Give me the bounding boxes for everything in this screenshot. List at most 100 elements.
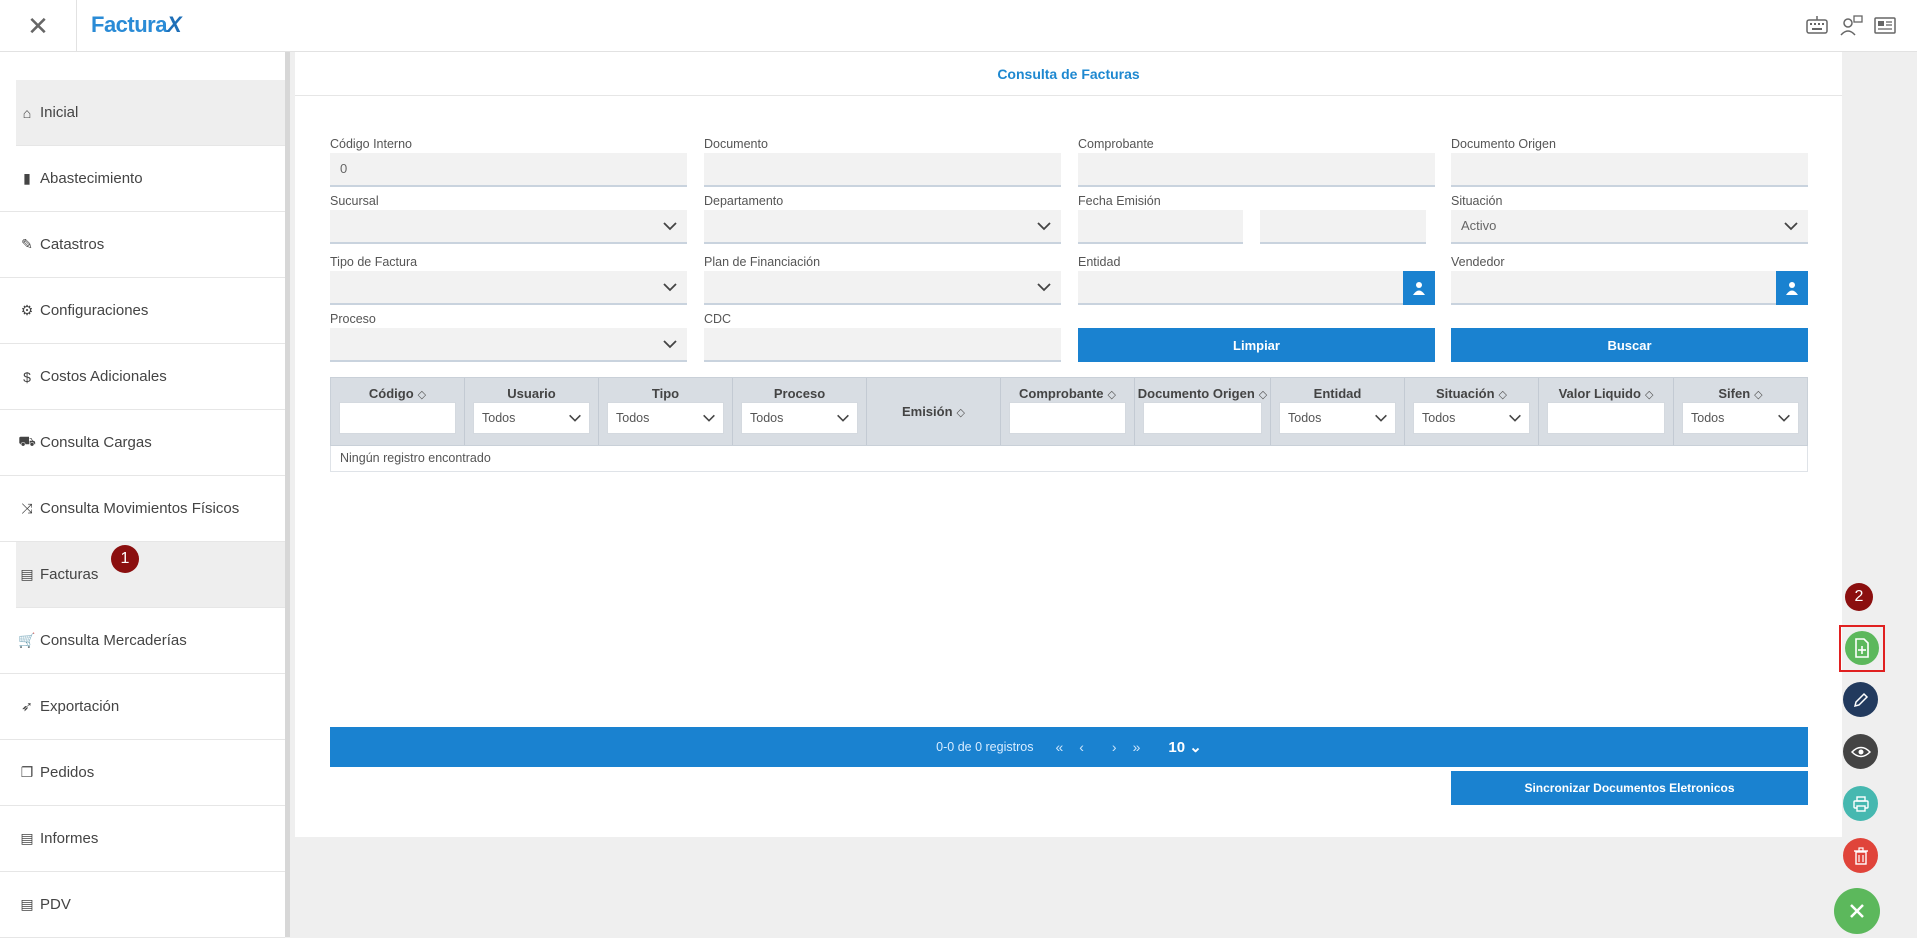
rocket-icon: ➶ [21, 698, 33, 714]
sidebar-item-pedidos[interactable]: ❐ Pedidos [0, 740, 285, 806]
sidebar-item-abastecimiento[interactable]: ▮ Abastecimiento [0, 146, 285, 212]
col-tipo[interactable]: Tipo Todos [599, 378, 733, 445]
codigo-filter-input[interactable] [339, 402, 456, 434]
documento-origen-filter-input[interactable] [1143, 402, 1262, 434]
news-icon[interactable] [1873, 14, 1897, 36]
close-menu-icon[interactable]: ✕ [0, 0, 77, 52]
fecha-emision-to-input[interactable] [1260, 210, 1426, 244]
sort-icon[interactable]: ◇ [1259, 388, 1267, 401]
sort-icon[interactable]: ◇ [418, 388, 426, 401]
page-size-select[interactable]: 10 ⌄ [1168, 738, 1201, 756]
sidebar-item-exportacion[interactable]: ➶ Exportación [0, 674, 285, 740]
comprobante-input[interactable] [1078, 153, 1435, 187]
documento-origen-input[interactable] [1451, 153, 1808, 187]
pagination-summary: 0-0 de 0 registros [936, 740, 1034, 754]
proceso-select[interactable] [330, 328, 687, 362]
sidebar-item-costos-adicionales[interactable]: $ Costos Adicionales [0, 344, 285, 410]
comprobante-filter-input[interactable] [1009, 402, 1126, 434]
last-page-icon[interactable]: » [1133, 739, 1141, 755]
step-badge: 1 [111, 545, 139, 573]
sincronizar-button[interactable]: Sincronizar Documentos Eletronicos [1451, 771, 1808, 805]
truck-icon: ⛟ [18, 433, 36, 449]
comprobante-label: Comprobante [1078, 137, 1154, 151]
sidebar-item-informes[interactable]: ▤ Informes [0, 806, 285, 872]
codigo-interno-input[interactable]: 0 [330, 153, 687, 187]
sort-icon[interactable]: ◇ [1499, 388, 1507, 401]
user-icon [1786, 282, 1798, 295]
entidad-input[interactable] [1078, 271, 1435, 305]
file-icon: ▤ [20, 830, 34, 846]
home-icon: ⌂ [22, 104, 32, 121]
plan-financiacion-select[interactable] [704, 271, 1061, 305]
proceso-filter-select[interactable]: Todos [741, 402, 858, 434]
tipo-factura-label: Tipo de Factura [330, 255, 418, 269]
col-emision[interactable]: Emisión ◇ [867, 378, 1001, 445]
chevron-down-icon [663, 222, 677, 231]
app-logo: FacturaX [91, 12, 182, 37]
situacion-select[interactable]: Activo [1451, 210, 1808, 244]
tipo-filter-select[interactable]: Todos [607, 402, 724, 434]
prev-page-icon[interactable]: ‹ [1079, 739, 1084, 755]
entidad-search-button[interactable] [1403, 271, 1435, 305]
buscar-button[interactable]: Buscar [1451, 328, 1808, 362]
usuario-filter-select[interactable]: Todos [473, 402, 590, 434]
print-button[interactable] [1843, 786, 1878, 821]
main-panel: Consulta de Facturas Código Interno 0 Do… [295, 52, 1842, 837]
col-usuario[interactable]: Usuario Todos [465, 378, 599, 445]
sort-icon[interactable]: ◇ [1108, 388, 1116, 401]
vendedor-search-button[interactable] [1776, 271, 1808, 305]
col-situacion[interactable]: Situación ◇ Todos [1405, 378, 1539, 445]
chevron-down-icon [1509, 414, 1521, 422]
entidad-filter-select[interactable]: Todos [1279, 402, 1396, 434]
sidebar-item-pdv[interactable]: ▤ PDV [0, 872, 285, 938]
col-sifen[interactable]: Sifen ◇ Todos [1674, 378, 1807, 445]
col-valor-liquido[interactable]: Valor Liquido ◇ [1539, 378, 1674, 445]
file-add-icon [1855, 638, 1869, 658]
col-comprobante[interactable]: Comprobante ◇ [1001, 378, 1135, 445]
sort-icon[interactable]: ◇ [1754, 388, 1762, 401]
col-proceso[interactable]: Proceso Todos [733, 378, 867, 445]
departamento-select[interactable] [704, 210, 1061, 244]
sidebar-item-consulta-movimientos[interactable]: ⤨ Consulta Movimientos Físicos [0, 476, 285, 542]
col-documento-origen[interactable]: Documento Origen ◇ [1135, 378, 1271, 445]
new-document-button[interactable] [1845, 631, 1879, 665]
sifen-filter-select[interactable]: Todos [1682, 402, 1799, 434]
first-page-icon[interactable]: « [1055, 739, 1063, 755]
printer-icon [1852, 795, 1869, 812]
col-codigo[interactable]: Código ◇ [331, 378, 465, 445]
sidebar-item-facturas[interactable]: ▤ Facturas [16, 542, 285, 608]
edit-button[interactable] [1843, 682, 1878, 717]
limpiar-button[interactable]: Limpiar [1078, 328, 1435, 362]
sidebar-item-consulta-mercaderias[interactable]: 🛒 Consulta Mercaderías [0, 608, 285, 674]
codigo-interno-label: Código Interno [330, 137, 413, 151]
sucursal-select[interactable] [330, 210, 687, 244]
sidebar-item-inicial[interactable]: ⌂ Inicial [16, 80, 285, 146]
chevron-down-icon [837, 414, 849, 422]
tipo-factura-select[interactable] [330, 271, 687, 305]
cdc-input[interactable] [704, 328, 1061, 362]
user-settings-icon[interactable] [1839, 14, 1863, 36]
chevron-down-icon [1037, 222, 1051, 231]
results-table: Código ◇ Usuario Todos Tipo Todos Proceso… [330, 377, 1808, 472]
fuel-icon: ▮ [23, 170, 31, 186]
proceso-label: Proceso [330, 312, 376, 326]
file-icon: ▤ [20, 896, 34, 912]
close-actions-button[interactable] [1834, 888, 1880, 934]
documento-input[interactable] [704, 153, 1061, 187]
sort-icon[interactable]: ◇ [957, 406, 965, 419]
sort-icon[interactable]: ◇ [1645, 388, 1653, 401]
sidebar-item-configuraciones[interactable]: ⚙ Configuraciones [0, 278, 285, 344]
col-entidad[interactable]: Entidad Todos [1271, 378, 1405, 445]
sidebar-item-catastros[interactable]: ✎ Catastros [0, 212, 285, 278]
situacion-filter-select[interactable]: Todos [1413, 402, 1530, 434]
fecha-emision-from-input[interactable] [1078, 210, 1243, 244]
sidebar-item-consulta-cargas[interactable]: ⛟ Consulta Cargas [0, 410, 285, 476]
copy-icon: ❐ [20, 764, 34, 780]
delete-button[interactable] [1843, 838, 1878, 873]
chevron-down-icon [1778, 414, 1790, 422]
view-button[interactable] [1843, 734, 1878, 769]
vendedor-input[interactable] [1451, 271, 1808, 305]
next-page-icon[interactable]: › [1112, 739, 1117, 755]
keyboard-icon[interactable] [1805, 14, 1829, 36]
valor-liquido-filter-input[interactable] [1547, 402, 1665, 434]
